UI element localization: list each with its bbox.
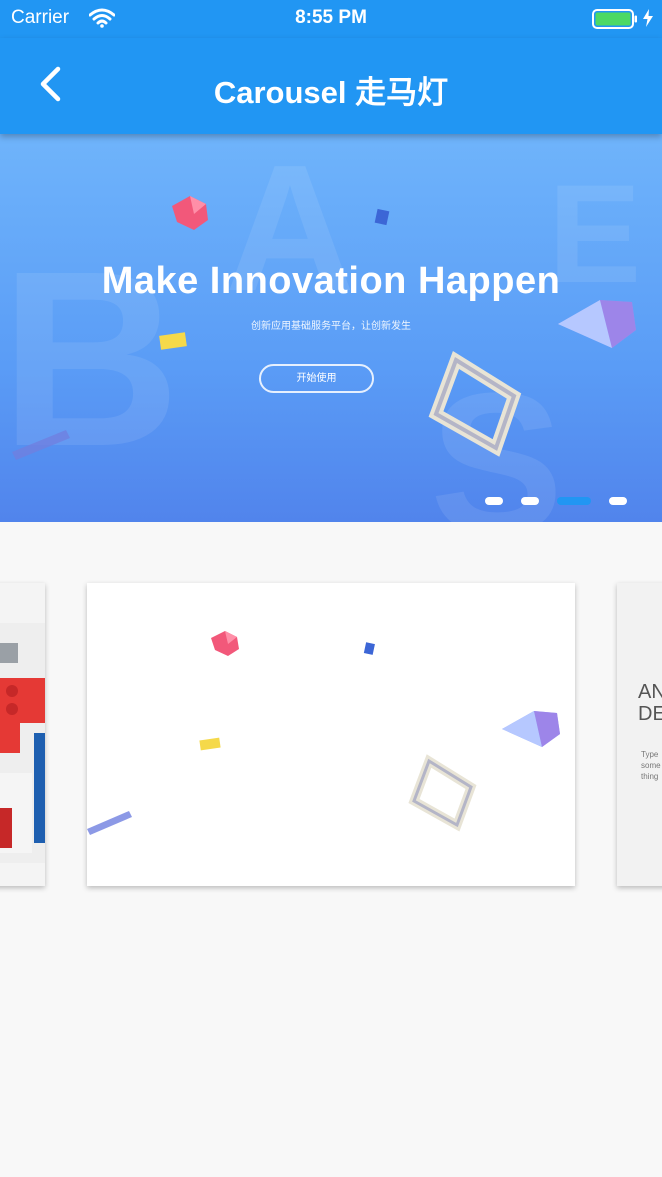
banner-subtitle: 创新应用基础服务平台，让创新发生 [251,321,411,332]
card-current[interactable]: A B E S Make Innovation Happen 创新应用基础服务平… [87,583,575,886]
indicator-dot-active[interactable] [557,497,591,505]
charging-icon [642,8,654,33]
indicator-dot[interactable] [485,497,503,505]
card-headline: Make Innovation Happen [154,679,508,712]
indicator-dot[interactable] [521,497,539,505]
card-start-button[interactable]: 开始使用 [276,761,364,783]
card-next-text: Type some thing [641,750,661,781]
indicator-dot[interactable] [609,497,627,505]
main-carousel[interactable]: A B E S Make Innovation Happen 创新应用基础服务平… [0,134,662,522]
card-subtitle: 创新应用基础服务平台，让创新发生 [267,724,395,733]
banner-headline: Make Innovation Happen [101,260,561,302]
app-bar: Carousel 走马灯 [0,38,662,134]
battery-icon [592,9,638,34]
carousel-indicator [0,497,662,507]
card-next[interactable]: AN DE Type some thing [617,583,662,886]
page-title: Carousel 走马灯 [213,75,449,110]
clock: 8:55 PM [295,7,367,28]
card-prev[interactable] [0,583,45,886]
decorative-shapes [87,631,560,835]
card-next-title: AN DE [638,681,662,725]
start-button[interactable]: 开始使用 [259,364,374,393]
lego-blocks-image [0,623,45,863]
status-bar: Carrier 8:55 PM [0,0,662,38]
